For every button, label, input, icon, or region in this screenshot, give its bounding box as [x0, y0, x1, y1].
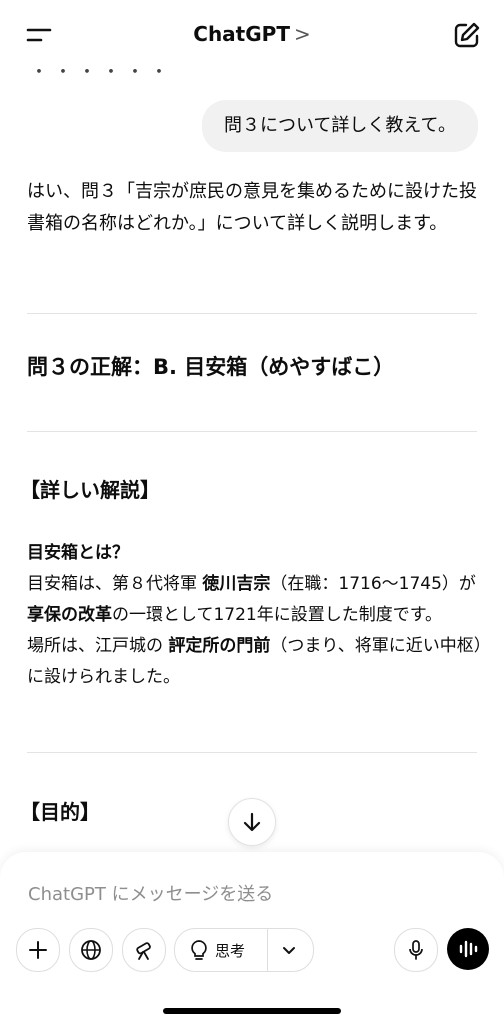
- globe-icon: [81, 940, 101, 960]
- pill-divider: [267, 929, 268, 971]
- model-selector[interactable]: ChatGPT >: [0, 22, 504, 46]
- purpose-heading: 【目的】: [20, 800, 100, 824]
- explanation-paragraph-1: 目安箱は、第８代将軍 徳川吉宗（在職：1716〜1745）が享保の改革の一環とし…: [27, 574, 476, 625]
- scroll-to-bottom-button[interactable]: [228, 798, 276, 846]
- previous-text-cutoff: ・・・・・・: [30, 66, 174, 83]
- what-is-heading: 目安箱とは？: [27, 543, 129, 563]
- compose-icon: [454, 22, 480, 48]
- think-label: 思考: [215, 941, 246, 960]
- think-toggle[interactable]: 思考: [174, 928, 314, 972]
- app-title: ChatGPT: [193, 22, 290, 46]
- new-chat-button[interactable]: [452, 20, 482, 50]
- waveform-icon: [459, 940, 478, 958]
- chevron-right-icon: >: [293, 22, 311, 46]
- message-input[interactable]: ChatGPT にメッセージを送る: [28, 880, 273, 906]
- home-indicator: [163, 1008, 341, 1014]
- answer-heading: 問３の正解：B. 目安箱（めやすばこ）: [27, 355, 395, 379]
- top-bar: ChatGPT >: [0, 0, 504, 66]
- divider: [27, 752, 477, 753]
- chat-thread[interactable]: ・・・・・・ 問３について詳しく教えて。 はい、問３「吉宗が庶民の意見を集めるた…: [0, 66, 504, 856]
- deep-research-button[interactable]: [122, 928, 166, 972]
- user-message-bubble: 問３について詳しく教えて。: [201, 100, 478, 152]
- lightbulb-icon: [191, 940, 207, 960]
- chevron-down-icon[interactable]: [279, 940, 299, 964]
- microphone-icon: [409, 940, 423, 960]
- explanation-paragraph-2: 場所は、江戸城の 評定所の門前（つまり、将軍に近い中枢）に設けられました。: [27, 636, 483, 687]
- arrow-down-icon: [243, 812, 261, 832]
- telescope-icon: [136, 942, 151, 960]
- divider: [27, 313, 477, 314]
- voice-mode-button[interactable]: [447, 928, 489, 970]
- add-attachment-button[interactable]: [16, 928, 60, 972]
- divider: [27, 431, 477, 432]
- explanation-body: 目安箱とは？ 目安箱は、第８代将軍 徳川吉宗（在職：1716〜1745）が享保の…: [27, 538, 487, 693]
- plus-icon: [29, 941, 47, 959]
- explanation-heading: 【詳しい解説】: [20, 478, 160, 502]
- web-search-button[interactable]: [69, 928, 113, 972]
- dictation-button[interactable]: [394, 928, 438, 972]
- assistant-intro: はい、問３「吉宗が庶民の意見を集めるために設けた投書箱の名称はどれか。」について…: [27, 181, 477, 234]
- message-composer: ChatGPT にメッセージを送る 思考: [0, 852, 504, 1024]
